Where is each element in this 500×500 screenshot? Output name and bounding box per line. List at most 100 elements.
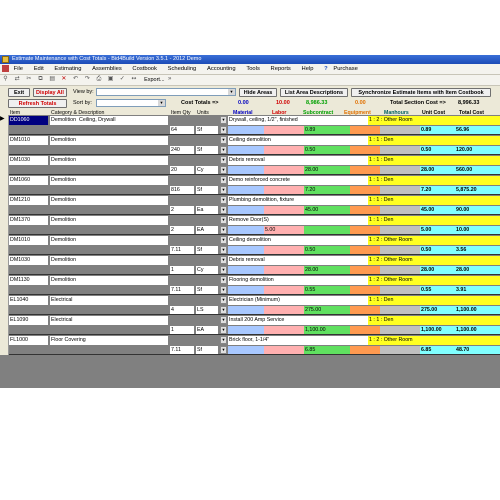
units-dropdown-button[interactable]: ▼ xyxy=(220,186,227,194)
table-row[interactable]: Demolition DM1370 Remove Door(S) 1 : 1 : De… xyxy=(0,215,500,235)
units-dropdown-button[interactable]: ▼ xyxy=(220,306,227,314)
detail-dropdown-button[interactable]: ▼ xyxy=(220,196,227,204)
find-icon[interactable]: ⚲ xyxy=(2,76,9,83)
menu-help-icon[interactable]: ? xyxy=(324,66,328,72)
paste-icon[interactable]: ▤ xyxy=(49,76,56,83)
item-code-field[interactable]: DM1060 xyxy=(9,176,48,185)
spell-check-icon[interactable]: ✓ xyxy=(119,76,126,83)
category-field[interactable]: Demolition xyxy=(50,276,168,285)
row-selector[interactable] xyxy=(0,135,9,155)
item-code-field[interactable]: EL1090 xyxy=(9,316,48,325)
item-code-field[interactable]: DM1010 xyxy=(9,236,48,245)
menu-purchase[interactable]: Purchase xyxy=(333,66,358,72)
table-row[interactable]: ▶ Demolition DD1060 Drywall, ceiling, 1/2",… xyxy=(0,115,500,135)
category-field[interactable]: Demolition xyxy=(50,216,168,225)
row-selector[interactable] xyxy=(0,255,9,275)
table-row[interactable]: Demolition DM1030 Debris removal 1 : 1 : De… xyxy=(0,155,500,175)
menu-help[interactable]: Help xyxy=(302,66,314,72)
row-selector[interactable] xyxy=(0,235,9,255)
synchronize-button[interactable]: Synchronize Estimate Items with Item Cos… xyxy=(351,88,491,97)
detail-dropdown-button[interactable]: ▼ xyxy=(220,216,227,224)
detail-dropdown-button[interactable]: ▼ xyxy=(220,176,227,184)
replace-icon[interactable]: ⇄ xyxy=(14,76,21,83)
description-field[interactable]: Ceiling, Drywall xyxy=(78,116,168,125)
item-code-field[interactable]: DM1210 xyxy=(9,196,48,205)
refresh-totals-button[interactable]: Refresh Totals xyxy=(8,99,67,108)
attach-icon[interactable]: ↭ xyxy=(130,76,137,83)
units-dropdown-button[interactable]: ▼ xyxy=(220,126,227,134)
detail-dropdown-button[interactable]: ▼ xyxy=(220,116,227,124)
category-field[interactable]: Floor Covering xyxy=(50,336,168,345)
row-selector[interactable] xyxy=(0,335,9,355)
table-row[interactable]: Floor Covering FL1000 Brick floor, 1-1/4" 1… xyxy=(0,335,500,355)
list-area-descriptions-button[interactable]: List Area Descriptions xyxy=(280,88,348,97)
detail-dropdown-button[interactable]: ▼ xyxy=(220,336,227,344)
menu-estimating[interactable]: Estimating xyxy=(54,66,81,72)
exit-button[interactable]: Exit xyxy=(8,88,30,97)
detail-dropdown-button[interactable]: ▼ xyxy=(220,316,227,324)
row-selector[interactable] xyxy=(0,295,9,315)
menu-assemblies[interactable]: Assemblies xyxy=(92,66,122,72)
category-field[interactable]: Electrical xyxy=(50,296,168,305)
menu-costbook[interactable]: Costbook xyxy=(132,66,157,72)
redo-icon[interactable]: ↷ xyxy=(84,76,91,83)
menu-edit[interactable]: Edit xyxy=(34,66,44,72)
category-field[interactable]: Demolition xyxy=(50,136,168,145)
units-dropdown-button[interactable]: ▼ xyxy=(220,346,227,354)
row-selector[interactable] xyxy=(0,315,9,335)
table-row[interactable]: Demolition DM1010 Ceiling demolition 1 : 1 … xyxy=(0,135,500,155)
table-row[interactable]: Electrical EL1090 Install 200 Amp Service 1… xyxy=(0,315,500,335)
table-row[interactable]: Demolition DM1030 Debris removal 1 : 2 : Ot… xyxy=(0,255,500,275)
item-code-field[interactable]: DD1060 xyxy=(9,116,48,125)
item-code-field[interactable]: EL1040 xyxy=(9,296,48,305)
item-code-field[interactable]: FL1000 xyxy=(9,336,48,345)
cut-icon[interactable]: ✂ xyxy=(25,76,32,83)
category-field[interactable]: Demolition xyxy=(50,236,168,245)
category-field[interactable]: Demolition xyxy=(50,196,168,205)
sort-by-select[interactable]: ▼ xyxy=(96,99,166,107)
menu-tools[interactable]: Tools xyxy=(246,66,260,72)
table-row[interactable]: Demolition DM1060 Demo reinforced concrete… xyxy=(0,175,500,195)
menu-file[interactable]: File xyxy=(14,66,23,72)
units-dropdown-button[interactable]: ▼ xyxy=(220,326,227,334)
units-dropdown-button[interactable]: ▼ xyxy=(220,166,227,174)
category-field[interactable]: Demolition xyxy=(50,256,168,265)
row-selector[interactable] xyxy=(0,155,9,175)
units-dropdown-button[interactable]: ▼ xyxy=(220,206,227,214)
units-dropdown-button[interactable]: ▼ xyxy=(220,146,227,154)
undo-icon[interactable]: ↶ xyxy=(72,76,79,83)
view-by-select[interactable]: ▼ xyxy=(96,88,236,96)
item-code-field[interactable]: DM1130 xyxy=(9,276,48,285)
display-all-button[interactable]: Display All xyxy=(33,88,67,97)
menu-scheduling[interactable]: Scheduling xyxy=(168,66,197,72)
units-dropdown-button[interactable]: ▼ xyxy=(220,226,227,234)
category-field[interactable]: Electrical xyxy=(50,316,168,325)
chevron-right-icon[interactable]: » xyxy=(166,76,173,83)
detail-dropdown-button[interactable]: ▼ xyxy=(220,296,227,304)
delete-icon[interactable]: ✕ xyxy=(60,76,67,83)
row-selector[interactable] xyxy=(0,275,9,295)
units-dropdown-button[interactable]: ▼ xyxy=(220,266,227,274)
category-field[interactable]: Demolition xyxy=(50,156,168,165)
current-row-arrow-icon[interactable]: ▶ xyxy=(0,115,9,135)
preview-icon[interactable]: ▣ xyxy=(107,76,114,83)
detail-dropdown-button[interactable]: ▼ xyxy=(220,276,227,284)
row-selector[interactable] xyxy=(0,215,9,235)
detail-dropdown-button[interactable]: ▼ xyxy=(220,156,227,164)
detail-dropdown-button[interactable]: ▼ xyxy=(220,256,227,264)
item-code-field[interactable]: DM1030 xyxy=(9,156,48,165)
detail-dropdown-button[interactable]: ▼ xyxy=(220,136,227,144)
menu-accounting[interactable]: Accounting xyxy=(207,66,236,72)
table-row[interactable]: Demolition DM1130 Flooring demolition 1 : 2… xyxy=(0,275,500,295)
detail-dropdown-button[interactable]: ▼ xyxy=(220,236,227,244)
item-code-field[interactable]: DM1370 xyxy=(9,216,48,225)
item-code-field[interactable]: DM1010 xyxy=(9,136,48,145)
units-dropdown-button[interactable]: ▼ xyxy=(220,286,227,294)
row-selector[interactable] xyxy=(0,175,9,195)
category-field[interactable]: Demolition xyxy=(50,176,168,185)
category-field[interactable]: Demolition xyxy=(50,116,78,125)
table-row[interactable]: Demolition DM1210 Plumbing demolition, fix… xyxy=(0,195,500,215)
units-dropdown-button[interactable]: ▼ xyxy=(220,246,227,254)
print-icon[interactable]: ⎙ xyxy=(95,76,102,83)
export-button[interactable]: Export... xyxy=(144,77,164,83)
